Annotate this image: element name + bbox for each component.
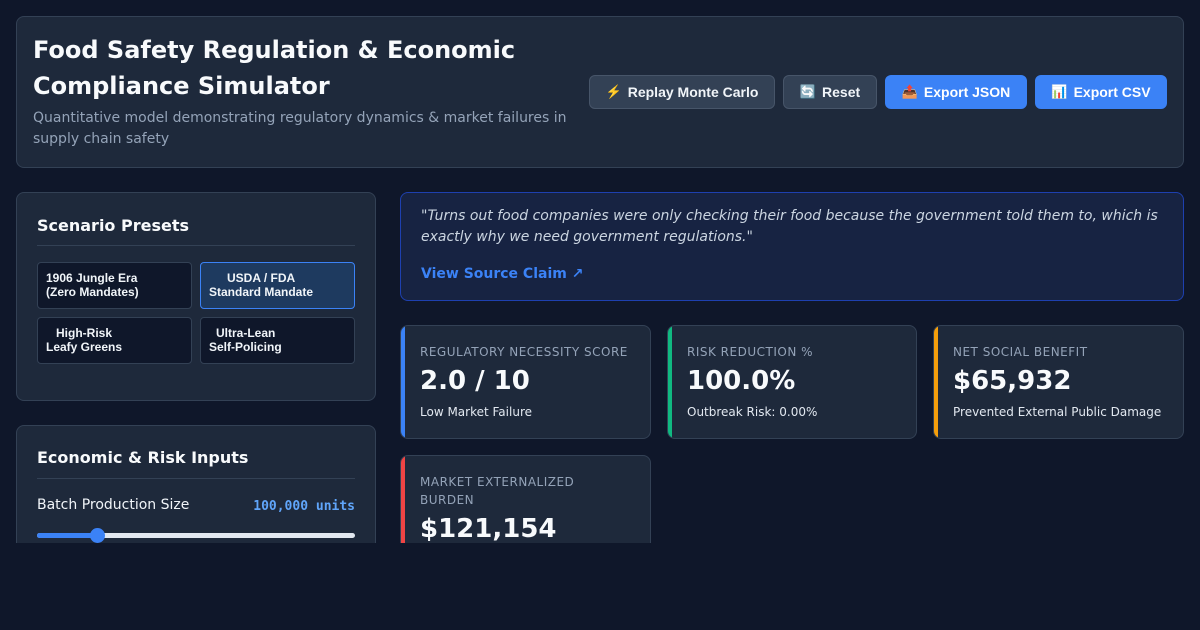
reset-button-label: Reset <box>822 84 861 100</box>
metric-value: 100.0% <box>687 366 796 396</box>
outbox-icon: 📤 <box>901 84 918 99</box>
divider <box>37 478 355 479</box>
batch-size-slider[interactable] <box>37 528 355 543</box>
slider-thumb[interactable] <box>90 528 106 543</box>
preset-jungle-era[interactable]: 1906 Jungle Era (Zero Mandates) <box>37 262 192 309</box>
export-csv-label: Export CSV <box>1073 84 1151 100</box>
metric-label: Net Social Benefit <box>953 345 1088 359</box>
preset-line: USDA / FDA <box>227 271 296 285</box>
preset-ultra-lean[interactable]: Ultra-Lean Self-Policing <box>200 317 355 364</box>
quote-text: "Turns out food companies were only chec… <box>421 208 1158 245</box>
export-json-label: Export JSON <box>923 84 1011 100</box>
scenario-presets-title: Scenario Presets <box>37 216 189 235</box>
preset-line: Self-Policing <box>209 340 282 354</box>
preset-line: Leafy Greens <box>46 340 123 354</box>
card-accent <box>401 326 405 438</box>
scenario-presets-panel: Scenario Presets 1906 Jungle Era (Zero M… <box>16 192 376 401</box>
export-json-button[interactable]: 📤 Export JSON <box>885 75 1027 109</box>
batch-size-label: Batch Production Size <box>37 497 190 513</box>
app-viewport: Food Safety Regulation & Economic Compli… <box>0 0 1200 543</box>
economic-inputs-panel: Economic & Risk Inputs Batch Production … <box>16 425 376 543</box>
preset-line: 1906 Jungle Era <box>46 271 138 285</box>
replay-monte-carlo-button[interactable]: ⚡ Replay Monte Carlo <box>589 75 775 109</box>
bar-chart-icon: 📊 <box>1051 84 1068 99</box>
metric-label: Risk Reduction % <box>687 345 814 359</box>
page-subtitle: Quantitative model demonstrating regulat… <box>33 110 567 147</box>
preset-usda-fda[interactable]: USDA / FDA Standard Mandate <box>200 262 355 309</box>
card-accent <box>668 326 672 438</box>
card-accent <box>401 456 405 543</box>
metric-card-externalized-burden: Market Externalized Burden $121,154 <box>400 455 651 543</box>
card-accent <box>934 326 938 438</box>
metric-card-risk-reduction: Risk Reduction % 100.0% Outbreak Risk: 0… <box>667 325 917 439</box>
metric-card-regulatory-score: Regulatory Necessity Score 2.0 / 10 Low … <box>400 325 651 439</box>
source-quote-box: "Turns out food companies were only chec… <box>400 192 1184 301</box>
metric-card-net-social-benefit: Net Social Benefit $65,932 Prevented Ext… <box>933 325 1184 439</box>
header-panel: Food Safety Regulation & Economic Compli… <box>16 16 1184 168</box>
metric-value: 2.0 / 10 <box>420 366 530 396</box>
metric-subtext: Prevented External Public Damage <box>953 405 1162 419</box>
slider-fill <box>37 533 98 538</box>
replay-button-label: Replay Monte Carlo <box>627 84 759 100</box>
reset-button[interactable]: 🔄 Reset <box>783 75 877 109</box>
lightning-icon: ⚡ <box>605 84 622 99</box>
divider <box>37 245 355 246</box>
economic-inputs-title: Economic & Risk Inputs <box>37 448 249 467</box>
preset-line: Ultra-Lean <box>216 326 276 340</box>
metric-subtext: Low Market Failure <box>420 405 532 419</box>
metric-label: Market Externalized Burden <box>420 475 575 507</box>
view-source-link[interactable]: View Source Claim ↗ <box>421 266 583 282</box>
export-csv-button[interactable]: 📊 Export CSV <box>1035 75 1167 109</box>
preset-line: (Zero Mandates) <box>46 285 139 299</box>
preset-line: High-Risk <box>56 326 113 340</box>
refresh-icon: 🔄 <box>799 84 817 99</box>
preset-line: Standard Mandate <box>209 285 314 299</box>
metric-value: $65,932 <box>953 366 1072 396</box>
page-title: Food Safety Regulation & Economic Compli… <box>33 36 516 100</box>
metric-value: $121,154 <box>420 514 557 543</box>
metric-subtext: Outbreak Risk: 0.00% <box>687 405 818 419</box>
batch-size-value: 100,000 units <box>253 499 355 514</box>
preset-high-risk[interactable]: High-Risk Leafy Greens <box>37 317 192 364</box>
metric-label: Regulatory Necessity Score <box>420 345 628 359</box>
